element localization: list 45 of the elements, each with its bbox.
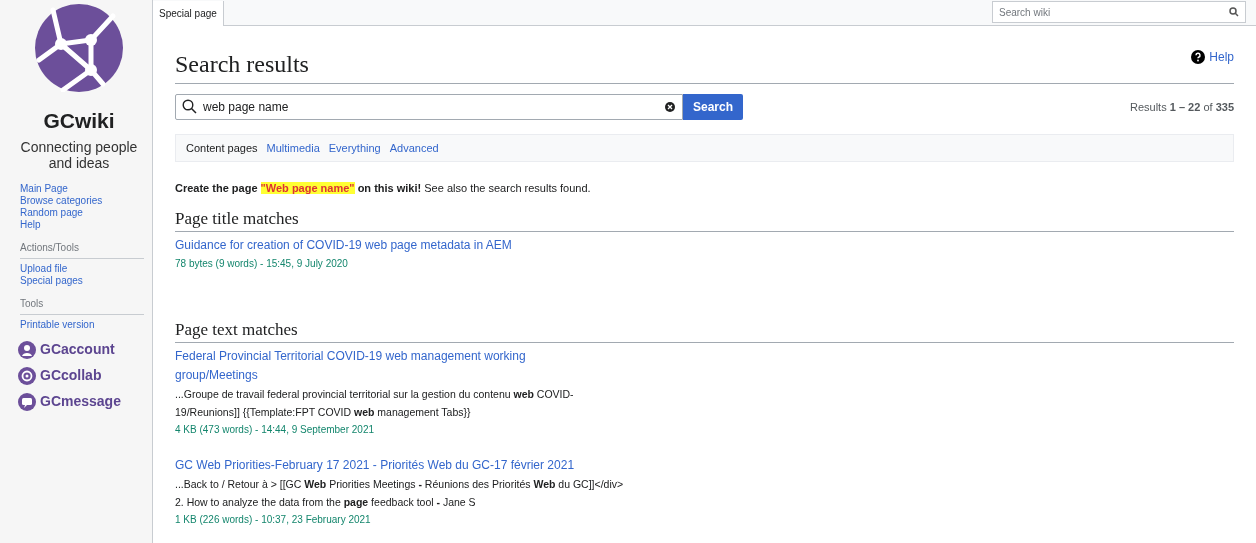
search-input[interactable]: web page name — [175, 94, 683, 120]
result-title[interactable]: GC Web Priorities-February 17 2021 - Priorités Web du GC-17 février 2021 — [175, 455, 575, 475]
page-tab[interactable]: Special page — [153, 1, 224, 26]
result-meta: 4 KB (473 words) - 14:44, 9 September 2021 — [175, 422, 375, 437]
create-page-link[interactable]: "Web page name" — [260, 182, 355, 194]
app-link[interactable]: GCcollab — [40, 365, 102, 386]
result-snippet: ...Back to / Retour à > [[GC Web Priorities Meetings - Réunions des Priorités Web du GC]]</div> 2. How to analyze the data from the page feedback tool - Jane S — [175, 476, 625, 510]
result-title[interactable]: Guidance for creation of COVID-19 web page metadata in AEM — [175, 235, 575, 255]
create-page-message: Create the page "Web page name" on this wiki! See also the search results found. — [175, 181, 592, 196]
page-title: Search results — [175, 50, 309, 79]
sidebar-link[interactable]: Random page — [20, 207, 83, 219]
app-link[interactable]: GCmessage — [40, 391, 121, 412]
filter-tab[interactable]: Advanced — [389, 139, 439, 157]
help-link[interactable]: Help — [1209, 48, 1234, 66]
sidebar-link[interactable]: Main Page — [20, 183, 68, 195]
sidebar-link[interactable]: Special pages — [20, 275, 83, 287]
clear-icon[interactable] — [665, 102, 675, 112]
logo-icon[interactable] — [33, 4, 125, 92]
filter-tab[interactable]: Multimedia — [266, 139, 320, 157]
help-icon — [1191, 50, 1206, 64]
sidebar-heading: Actions/Tools — [20, 240, 144, 259]
filter-tab[interactable]: Everything — [328, 139, 381, 157]
site-tagline: Connecting people and ideas — [19, 139, 139, 171]
result-snippet: ...Groupe de travail federal provincial territorial sur la gestion du contenu web COVID-19/Reunions]] {{Template:FPT COVID web management Tabs}} — [175, 386, 575, 420]
search-icon — [182, 99, 197, 114]
app-link[interactable]: GCaccount — [40, 339, 115, 360]
sidebar-heading: Tools — [20, 296, 144, 315]
sidebar-link[interactable]: Help — [20, 219, 41, 231]
filter-tab[interactable]: Content pages — [186, 139, 258, 157]
chat-icon — [18, 392, 36, 411]
result-title[interactable]: Federal Provincial Territorial COVID-19 web management working group/Meetings — [175, 346, 575, 385]
search-icon[interactable] — [1229, 7, 1239, 17]
search-field[interactable]: Search wiki — [992, 1, 1246, 23]
result-meta: 78 bytes (9 words) - 15:45, 9 July 2020 — [175, 256, 349, 271]
sidebar-link[interactable]: Browse categories — [20, 195, 103, 207]
person-icon — [18, 340, 36, 359]
section-heading: Page text matches — [175, 317, 1234, 343]
section-heading: Page title matches — [175, 206, 1234, 232]
result-meta: 1 KB (226 words) - 10:37, 23 February 2021 — [175, 512, 372, 527]
sidebar-link[interactable]: Upload file — [20, 263, 68, 275]
ring-icon — [18, 366, 36, 385]
sidebar-link[interactable]: Printable version — [20, 319, 95, 331]
results-count: Results 1 – 22 of 335 — [1130, 99, 1234, 115]
site-name: GCwiki — [42, 110, 116, 131]
search-button[interactable]: Search — [683, 94, 744, 120]
